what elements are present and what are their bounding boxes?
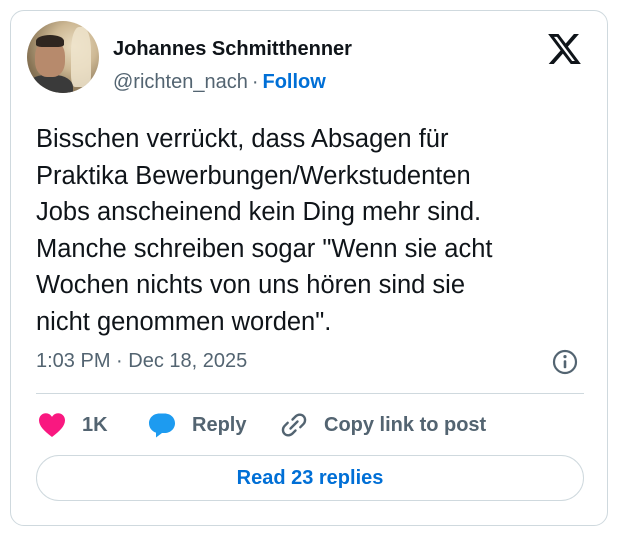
tweet-line: Wochen nichts von uns hören sind sie [36, 271, 466, 299]
tweet-line: Jobs anscheinend kein Ding mehr sind. [36, 198, 482, 226]
author-handle[interactable]: @richten_nach [113, 71, 248, 93]
tweet-line: Praktika Bewerbungen/Werkstudenten [36, 161, 471, 190]
x-logo-icon[interactable] [548, 34, 581, 64]
reply-button[interactable]: Reply [148, 411, 246, 439]
author-handle-row: @richten_nach · Follow [113, 71, 326, 94]
timestamp[interactable]: 1:03 PM · Dec 18, 2025 [36, 350, 247, 373]
time-separator: · [116, 350, 123, 372]
tweet-line: Bisschen verrückt, dass Absagen für [36, 125, 449, 153]
handle-separator: · [251, 71, 259, 93]
tweet-date: Dec 18, 2025 [128, 350, 248, 372]
divider [36, 393, 584, 394]
reply-bubble-icon [149, 413, 175, 438]
read-replies-button[interactable]: Read 23 replies [36, 455, 584, 501]
author-name[interactable]: Johannes Schmitthenner [113, 38, 352, 61]
tweet-line: Manche schreiben sogar "Wenn sie acht [36, 234, 493, 263]
follow-button[interactable]: Follow [263, 71, 326, 93]
copy-link-label: Copy link to post [324, 413, 487, 436]
tweet-time: 1:03 PM [36, 350, 111, 372]
like-button[interactable]: 1K [38, 411, 108, 439]
link-icon [281, 413, 307, 437]
reply-label: Reply [192, 413, 247, 436]
tweet-text: Bisschen verrückt, dass Absagen für Prak… [36, 121, 596, 340]
copy-link-button[interactable]: Copy link to post [280, 411, 486, 439]
info-icon[interactable] [552, 349, 578, 375]
avatar-hair [36, 35, 64, 47]
avatar[interactable] [27, 21, 99, 93]
tweet-line: nicht genommen worden". [36, 307, 332, 336]
avatar-body [27, 75, 73, 93]
avatar-statue [71, 27, 91, 87]
heart-icon [39, 413, 65, 437]
like-count: 1K [82, 413, 108, 436]
